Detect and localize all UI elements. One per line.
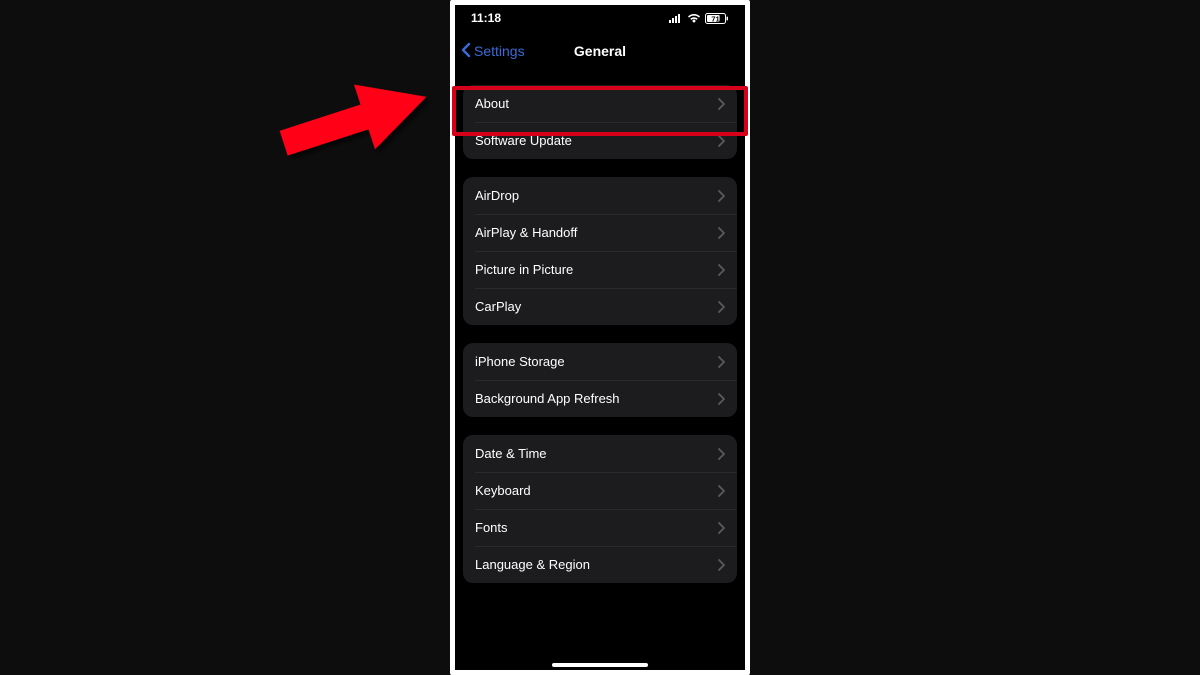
row-label: Language & Region	[475, 557, 590, 572]
row-airplay-handoff[interactable]: AirPlay & Handoff	[463, 214, 737, 251]
back-label: Settings	[474, 43, 525, 59]
wifi-icon	[687, 13, 701, 23]
chevron-right-icon	[718, 356, 725, 368]
row-label: Fonts	[475, 520, 508, 535]
nav-bar: Settings General	[455, 31, 745, 71]
chevron-right-icon	[718, 522, 725, 534]
chevron-right-icon	[718, 227, 725, 239]
row-iphone-storage[interactable]: iPhone Storage	[463, 343, 737, 380]
chevron-right-icon	[718, 448, 725, 460]
annotation-arrow-icon	[270, 70, 440, 175]
row-date-time[interactable]: Date & Time	[463, 435, 737, 472]
chevron-right-icon	[718, 485, 725, 497]
row-fonts[interactable]: Fonts	[463, 509, 737, 546]
row-label: Picture in Picture	[475, 262, 573, 277]
row-label: AirPlay & Handoff	[475, 225, 577, 240]
row-label: Date & Time	[475, 446, 547, 461]
settings-group-4: Date & Time Keyboard Fonts Language & Re…	[463, 435, 737, 583]
row-label: About	[475, 96, 509, 111]
home-indicator	[552, 663, 648, 667]
status-time: 11:18	[471, 11, 501, 25]
row-about[interactable]: About	[463, 85, 737, 122]
settings-group-3: iPhone Storage Background App Refresh	[463, 343, 737, 417]
svg-text:71: 71	[711, 14, 719, 23]
chevron-right-icon	[718, 559, 725, 571]
settings-group-2: AirDrop AirPlay & Handoff Picture in Pic…	[463, 177, 737, 325]
row-label: iPhone Storage	[475, 354, 565, 369]
row-keyboard[interactable]: Keyboard	[463, 472, 737, 509]
status-bar: 11:18 71	[455, 5, 745, 31]
row-picture-in-picture[interactable]: Picture in Picture	[463, 251, 737, 288]
row-carplay[interactable]: CarPlay	[463, 288, 737, 325]
row-background-app-refresh[interactable]: Background App Refresh	[463, 380, 737, 417]
settings-group-1: About Software Update	[463, 85, 737, 159]
settings-content: About Software Update AirDrop AirPlay & …	[455, 85, 745, 583]
row-label: Background App Refresh	[475, 391, 620, 406]
row-label: Software Update	[475, 133, 572, 148]
chevron-right-icon	[718, 393, 725, 405]
row-label: Keyboard	[475, 483, 531, 498]
cellular-signal-icon	[669, 13, 683, 23]
row-language-region[interactable]: Language & Region	[463, 546, 737, 583]
chevron-right-icon	[718, 135, 725, 147]
row-label: CarPlay	[475, 299, 521, 314]
back-button[interactable]: Settings	[461, 42, 525, 61]
row-software-update[interactable]: Software Update	[463, 122, 737, 159]
chevron-right-icon	[718, 264, 725, 276]
row-label: AirDrop	[475, 188, 519, 203]
chevron-right-icon	[718, 301, 725, 313]
row-airdrop[interactable]: AirDrop	[463, 177, 737, 214]
battery-icon: 71	[705, 13, 729, 24]
chevron-left-icon	[461, 42, 472, 61]
phone-frame: 11:18 71 Settings G	[450, 0, 750, 675]
chevron-right-icon	[718, 190, 725, 202]
chevron-right-icon	[718, 98, 725, 110]
